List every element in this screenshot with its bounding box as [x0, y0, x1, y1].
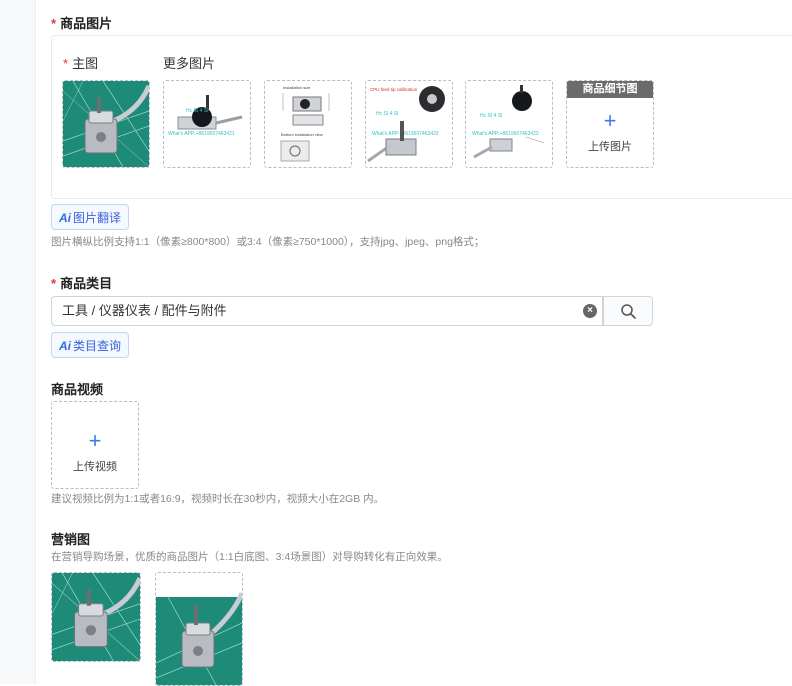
- more-image-thumb[interactable]: Installation size Bottom installation vi…: [264, 80, 352, 168]
- main-image-label: * 主图: [63, 56, 99, 71]
- search-icon: [621, 304, 636, 319]
- svg-text:What's APP:+8619507463422: What's APP:+8619507463422: [372, 131, 439, 137]
- video-hint: 建议视频比例为1:1或者16:9，视频时长在30秒内，视频大小在2GB 内。: [51, 493, 385, 505]
- category-title: * 商品类目: [51, 276, 113, 291]
- category-search-button[interactable]: [603, 296, 653, 326]
- plus-icon: +: [88, 428, 102, 453]
- category-query-button[interactable]: Ai 类目查询: [51, 332, 130, 358]
- image-format-hint: 图片横纵比例支持1:1（像素≥800*800）或3:4（像素≥750*1000）…: [51, 236, 485, 248]
- category-input[interactable]: 工具 / 仪器仪表 / 配件与附件: [51, 296, 603, 326]
- svg-text:Hc SI 4 SI: Hc SI 4 SI: [376, 111, 399, 117]
- more-image-thumb[interactable]: CPU feed tip calibration Hc SI 4 SI What…: [365, 80, 453, 168]
- marketing-image-portrait[interactable]: [155, 572, 243, 686]
- svg-text:Hc SI 4 SI: Hc SI 4 SI: [186, 108, 209, 114]
- video-title: 商品视频: [51, 382, 104, 397]
- ai-icon: Ai: [59, 339, 71, 353]
- svg-text:What's APP:+8619507463421: What's APP:+8619507463421: [168, 131, 235, 137]
- detail-image-upload[interactable]: 商品细节图 + 上传图片: [566, 80, 654, 168]
- product-photo: Hc SI 4 SI What's APP:+8619507463421: [164, 81, 250, 167]
- product-images-title: * 商品图片: [51, 16, 113, 31]
- more-images-label: 更多图片: [163, 56, 216, 71]
- marketing-image-square[interactable]: [51, 572, 141, 662]
- detail-image-header: 商品细节图: [567, 81, 653, 98]
- upload-video-label: 上传视频: [73, 461, 117, 473]
- more-image-thumb[interactable]: Hc SI 4 SI What's APP:+8619507463421: [163, 80, 251, 168]
- product-photo: CPU feed tip calibration Hc SI 4 SI What…: [366, 81, 452, 167]
- ai-icon: Ai: [59, 211, 71, 225]
- svg-text:What's APP:+8619507463422: What's APP:+8619507463422: [472, 131, 539, 137]
- marketing-hint: 在营销导购场景，优质的商品图片（1:1白底图、3:4场景图）对导购转化有正向效果…: [51, 551, 448, 563]
- svg-text:Installation size: Installation size: [283, 85, 311, 90]
- main-image-thumb[interactable]: [62, 80, 150, 168]
- product-photo: Installation size Bottom installation vi…: [265, 81, 351, 167]
- more-image-thumb[interactable]: Hc SI 4 SI What's APP:+8619507463422: [465, 80, 553, 168]
- product-photo: [156, 573, 242, 685]
- upload-image-label: 上传图片: [588, 141, 632, 153]
- plus-icon: +: [603, 108, 617, 133]
- product-photo: Hc SI 4 SI What's APP:+8619507463422: [466, 81, 552, 167]
- required-mark: *: [51, 16, 57, 31]
- video-upload[interactable]: + 上传视频: [51, 401, 139, 489]
- svg-text:Hc SI 4 SI: Hc SI 4 SI: [480, 113, 503, 119]
- product-photo: [63, 81, 149, 167]
- product-photo: [52, 573, 140, 661]
- marketing-title: 营销图: [51, 532, 91, 547]
- clear-icon[interactable]: ×: [583, 304, 597, 318]
- image-translate-button[interactable]: Ai 图片翻译: [51, 204, 130, 230]
- svg-text:Bottom installation view: Bottom installation view: [281, 132, 323, 137]
- left-rail: [0, 0, 36, 684]
- svg-text:CPU feed tip calibration: CPU feed tip calibration: [370, 87, 418, 92]
